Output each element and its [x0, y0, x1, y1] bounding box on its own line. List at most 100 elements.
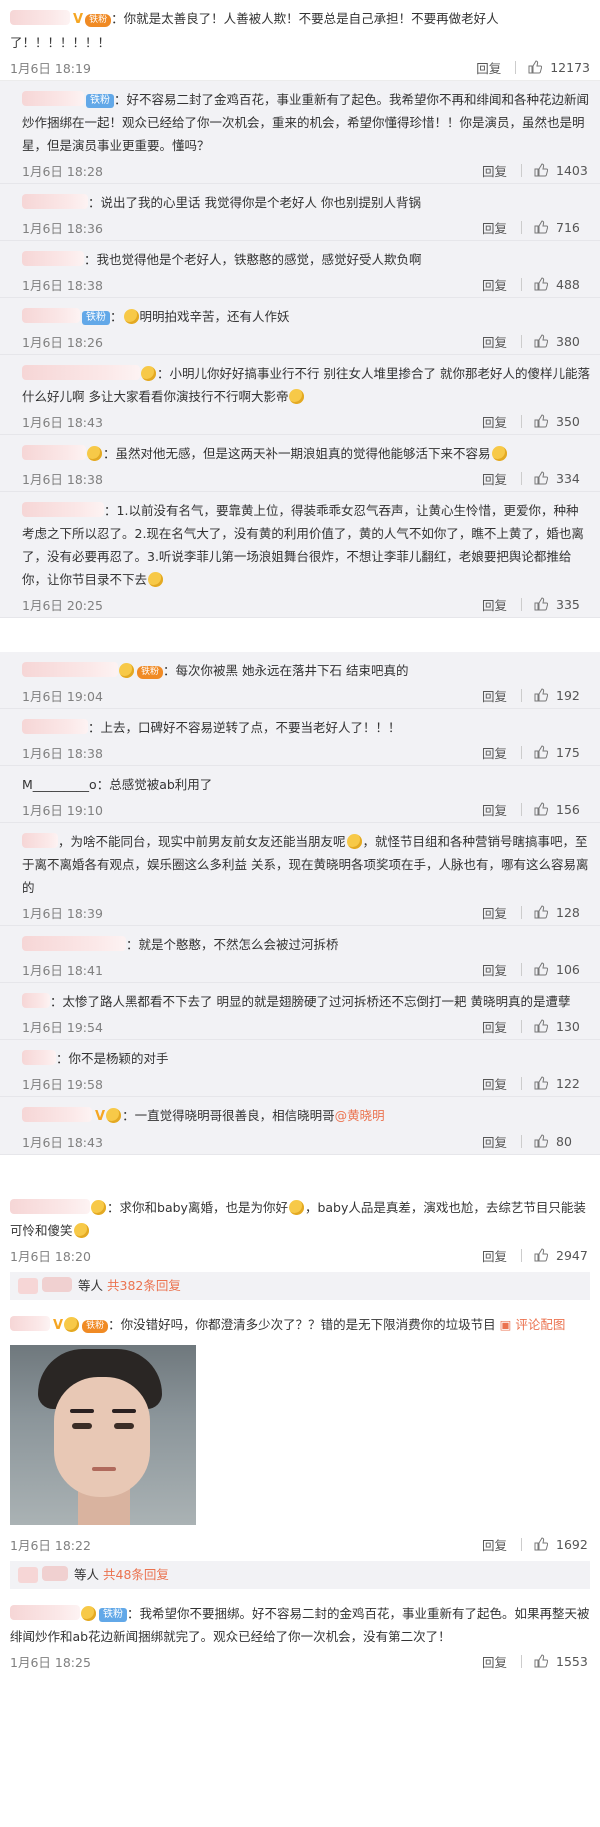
like-button[interactable]: 12173	[528, 60, 590, 75]
thumbs-up-icon	[534, 1654, 548, 1668]
reply-button[interactable]: 回复	[482, 595, 507, 614]
like-button[interactable]: 334	[534, 471, 590, 486]
more-replies-link[interactable]: 等人 共48条回复	[10, 1561, 590, 1589]
reply-button[interactable]: 回复	[476, 58, 501, 77]
reply-text: 总感觉被ab利用了	[109, 777, 213, 792]
reply-button[interactable]: 回复	[482, 1074, 507, 1093]
timestamp: 1月6日 18:38	[22, 277, 103, 293]
username[interactable]	[10, 10, 70, 25]
reply-body: ：虽然对他无感，但是这两天补一期浪姐真的觉得他能够活下来不容易	[22, 442, 590, 465]
reply-button[interactable]: 回复	[482, 1132, 507, 1151]
username[interactable]	[22, 365, 140, 380]
portrait-mouth	[92, 1467, 116, 1471]
username[interactable]: M_________o	[22, 777, 97, 792]
username[interactable]	[10, 1199, 90, 1214]
timestamp: 1月6日 18:43	[22, 1134, 103, 1150]
reply-text: 我也觉得他是个老好人，铁憨憨的感觉，感觉好受人欺负啊	[96, 252, 422, 267]
more-replies-prefix: 等人	[74, 1567, 100, 1582]
reply-button[interactable]: 回复	[482, 275, 507, 294]
reply-body: 铁粉 ：好不容易二封了金鸡百花，事业重新有了起色。我希望你不再和绯闻和各种花边新闻…	[22, 91, 590, 153]
like-button[interactable]: 122	[534, 1076, 590, 1091]
like-button[interactable]: 130	[534, 1019, 590, 1034]
reply-button[interactable]: 回复	[482, 903, 507, 922]
divider	[521, 745, 522, 759]
username[interactable]	[22, 502, 104, 517]
reply-text: 上去，口碑好不容易逆转了点，不要当老好人了！！！	[100, 720, 401, 735]
reply-button[interactable]: 回复	[482, 800, 507, 819]
like-button[interactable]: 192	[534, 688, 590, 703]
username[interactable]	[10, 1605, 80, 1620]
like-count: 334	[556, 470, 580, 486]
like-button[interactable]: 175	[534, 745, 590, 760]
username[interactable]	[10, 1316, 50, 1331]
emoji-icon	[106, 1108, 122, 1123]
reply-button[interactable]: 回复	[482, 161, 507, 180]
reply-button[interactable]: 回复	[482, 1246, 507, 1265]
reply-button[interactable]: 回复	[482, 1652, 507, 1671]
like-button[interactable]: 80	[534, 1134, 590, 1149]
like-button[interactable]: 1692	[534, 1537, 590, 1552]
comment-image[interactable]	[10, 1345, 196, 1525]
username[interactable]	[22, 993, 50, 1008]
like-button[interactable]: 2947	[534, 1248, 590, 1263]
reply-button[interactable]: 回复	[482, 686, 507, 705]
emoji-icon	[141, 366, 156, 381]
reply-count: 共48条回复	[103, 1567, 169, 1582]
reply-body: 铁粉：明明拍戏辛苦，还有人作妖	[22, 305, 590, 328]
section-gap	[0, 1155, 600, 1189]
reply-button[interactable]: 回复	[482, 960, 507, 979]
like-button[interactable]: 380	[534, 334, 590, 349]
like-button[interactable]: 156	[534, 802, 590, 817]
thumbs-up-icon	[534, 962, 548, 976]
fan-badge: 铁粉	[86, 94, 114, 108]
divider	[521, 802, 522, 816]
username[interactable]	[22, 1050, 56, 1065]
username[interactable]	[22, 308, 80, 323]
mention-link[interactable]: @黄晓明	[335, 1108, 385, 1123]
emoji-icon	[119, 663, 134, 678]
reply-button[interactable]: 回复	[482, 743, 507, 762]
like-count: 1403	[556, 162, 588, 178]
username[interactable]	[22, 91, 84, 106]
username[interactable]	[22, 445, 86, 460]
like-button[interactable]: 716	[534, 220, 590, 235]
comment-image-link[interactable]: ▣ 评论配图	[500, 1317, 566, 1332]
reply-button[interactable]: 回复	[482, 218, 507, 237]
like-button[interactable]: 1403	[534, 163, 590, 178]
like-button[interactable]: 488	[534, 277, 590, 292]
username[interactable]	[22, 251, 84, 266]
username[interactable]	[22, 662, 118, 677]
like-button[interactable]: 128	[534, 905, 590, 920]
thumbs-up-icon	[534, 277, 548, 291]
reply-body: ：小明儿你好好搞事业行不行 别往女人堆里掺合了 就你那老好人的傻样儿能落什么好儿…	[22, 365, 590, 404]
username	[42, 1566, 68, 1581]
like-button[interactable]: 350	[534, 414, 590, 429]
like-count: 156	[556, 801, 580, 817]
avatar	[18, 1567, 38, 1583]
username[interactable]	[22, 194, 88, 209]
username[interactable]	[22, 936, 126, 951]
like-button[interactable]: 106	[534, 962, 590, 977]
like-button[interactable]: 1553	[534, 1654, 590, 1669]
reply-button[interactable]: 回复	[482, 412, 507, 431]
timestamp: 1月6日 19:04	[22, 688, 103, 704]
reply-item: ：上去，口碑好不容易逆转了点，不要当老好人了！！！ 1月6日 18:38 回复 …	[0, 709, 600, 766]
username[interactable]	[22, 833, 58, 848]
like-button[interactable]: 335	[534, 597, 590, 612]
like-count: 335	[556, 596, 580, 612]
reply-button[interactable]: 回复	[482, 1017, 507, 1036]
reply-body: ：说出了我的心里话 我觉得你是个老好人 你也别提别人背锅	[22, 191, 590, 214]
reply-button[interactable]: 回复	[482, 1535, 507, 1554]
divider	[521, 1076, 522, 1090]
reply-button[interactable]: 回复	[482, 469, 507, 488]
username[interactable]	[22, 719, 88, 734]
comment: V 铁粉 ：你没错好吗，你都澄清多少次了？？错的是无下限消费你的垃圾节目 ▣ 评论配…	[0, 1306, 600, 1557]
emoji-icon	[123, 309, 139, 324]
username[interactable]	[22, 1107, 92, 1122]
comment-text: 求你和baby离婚，也是为你好	[119, 1200, 288, 1215]
divider	[521, 1654, 522, 1668]
reply-meta: 1月6日 19:54 回复 130	[22, 1013, 590, 1039]
more-replies-link[interactable]: 等人 共382条回复	[10, 1272, 590, 1300]
reply-body: M_________o：总感觉被ab利用了	[22, 777, 213, 792]
reply-button[interactable]: 回复	[482, 332, 507, 351]
